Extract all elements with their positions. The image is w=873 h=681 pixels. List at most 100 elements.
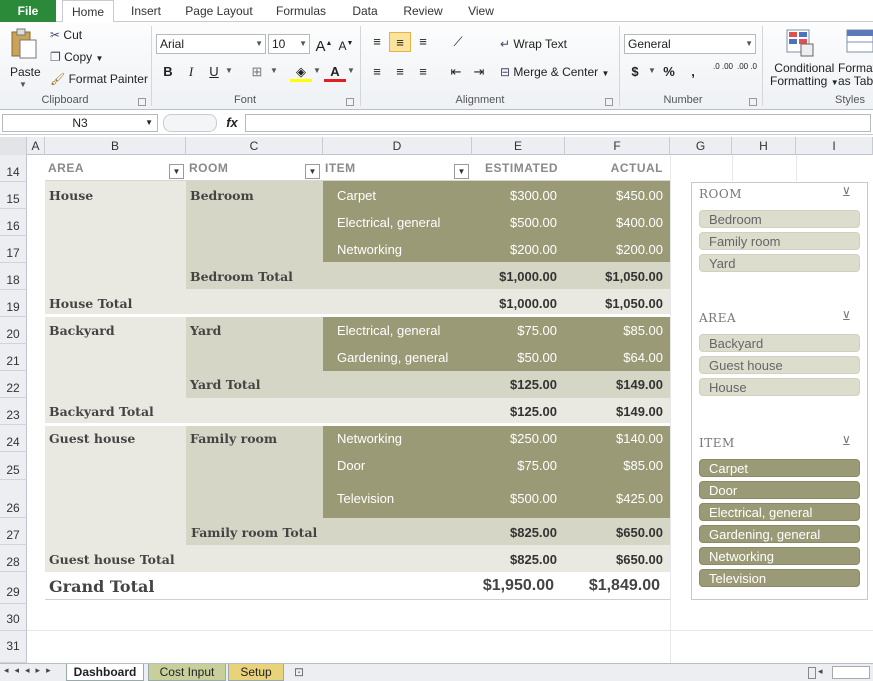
chevron-down-icon[interactable]: ▼ <box>19 80 27 89</box>
slicer-item-carpet[interactable]: Carpet <box>699 459 860 477</box>
column-header[interactable]: C <box>186 137 323 155</box>
column-header[interactable]: F <box>565 137 670 155</box>
row-header[interactable]: 25 <box>0 452 27 480</box>
row-header[interactable]: 30 <box>0 604 27 631</box>
align-middle-icon[interactable]: ≡ <box>389 32 411 52</box>
row-header[interactable]: 24 <box>0 425 27 452</box>
tab-formulas[interactable]: Formulas <box>270 0 332 22</box>
orientation-icon[interactable]: ⟋ <box>447 32 469 52</box>
slicer-item-backyard[interactable]: Backyard <box>699 334 860 352</box>
chevron-down-icon[interactable]: ▼ <box>313 66 321 75</box>
slicer-item-bedroom[interactable]: Bedroom <box>699 210 860 228</box>
format-as-table-icon[interactable] <box>845 28 873 58</box>
chevron-down-icon[interactable]: ▼ <box>225 66 233 75</box>
row-header[interactable]: 22 <box>0 371 27 398</box>
clear-filter-icon[interactable]: ⊻ <box>842 434 851 448</box>
room-filter-button[interactable]: ▼ <box>305 164 320 179</box>
bold-button[interactable]: B <box>157 62 179 82</box>
tab-page-layout[interactable]: Page Layout <box>180 0 258 22</box>
tab-insert[interactable]: Insert <box>122 0 170 22</box>
merge-center-button[interactable]: ⊟ Merge & Center ▼ <box>500 62 609 82</box>
clear-filter-icon[interactable]: ⊻ <box>842 185 851 199</box>
row-header[interactable]: 20 <box>0 317 27 344</box>
name-box[interactable]: N3 ▼ <box>2 114 158 132</box>
decrease-decimal-button[interactable]: .00 .0 <box>736 62 758 82</box>
sheet-nav-arrows-icon[interactable]: ◂◂◂▸▸ <box>4 665 57 676</box>
tab-review[interactable]: Review <box>398 0 448 22</box>
fill-color-icon[interactable]: ◈ <box>290 62 312 82</box>
dialog-launcher-icon[interactable] <box>346 98 354 106</box>
conditional-formatting-icon[interactable] <box>785 28 815 58</box>
shrink-font-icon[interactable]: A▼ <box>335 34 357 54</box>
tab-home[interactable]: Home <box>62 0 114 23</box>
sheet-tab-cost-input[interactable]: Cost Input <box>148 664 226 681</box>
clear-filter-icon[interactable]: ⊻ <box>842 309 851 323</box>
slicer-item-television[interactable]: Television <box>699 569 860 587</box>
decrease-indent-icon[interactable]: ⇤ <box>445 62 467 82</box>
row-header[interactable]: 31 <box>0 631 27 663</box>
file-tab[interactable]: File <box>0 0 56 22</box>
slicer-item-house[interactable]: House <box>699 378 860 396</box>
column-header[interactable]: B <box>45 137 186 155</box>
dialog-launcher-icon[interactable] <box>138 98 146 106</box>
column-header[interactable]: G <box>670 137 732 155</box>
row-header[interactable]: 15 <box>0 182 27 209</box>
underline-button[interactable]: U <box>203 62 225 82</box>
align-left-icon[interactable]: ≡ <box>366 62 388 82</box>
slicer-item-yard[interactable]: Yard <box>699 254 860 272</box>
column-header[interactable]: I <box>796 137 873 155</box>
column-header[interactable]: E <box>472 137 565 155</box>
row-header[interactable]: 28 <box>0 545 27 572</box>
slicer-item-gardening-general[interactable]: Gardening, general <box>699 525 860 543</box>
tab-data[interactable]: Data <box>344 0 386 22</box>
italic-button[interactable]: I <box>180 62 202 82</box>
slicer-item-guest-house[interactable]: Guest house <box>699 356 860 374</box>
split-handle[interactable] <box>808 667 816 679</box>
align-right-icon[interactable]: ≡ <box>412 62 434 82</box>
formula-bar-handle[interactable] <box>163 114 217 132</box>
row-header[interactable]: 16 <box>0 209 27 236</box>
chevron-down-icon[interactable]: ▼ <box>347 66 355 75</box>
area-filter-button[interactable]: ▼ <box>169 164 184 179</box>
wrap-text-button[interactable]: ↵ Wrap Text <box>500 34 567 54</box>
align-center-icon[interactable]: ≡ <box>389 62 411 82</box>
align-top-icon[interactable]: ≡ <box>366 32 388 52</box>
scroll-left-icon[interactable]: ◂ <box>818 666 823 677</box>
row-header[interactable]: 26 <box>0 480 27 518</box>
increase-decimal-button[interactable]: .0 .00 <box>712 62 734 82</box>
paste-button[interactable]: Paste <box>10 62 41 82</box>
comma-button[interactable]: , <box>682 62 704 82</box>
row-header[interactable]: 27 <box>0 518 27 545</box>
select-all-corner[interactable] <box>0 137 27 155</box>
sheet-tab-setup[interactable]: Setup <box>228 664 284 681</box>
item-filter-button[interactable]: ▼ <box>454 164 469 179</box>
slicer-item-door[interactable]: Door <box>699 481 860 499</box>
font-size-combo[interactable]: 10 ▼ <box>268 34 310 54</box>
borders-icon[interactable]: ⊞ <box>246 62 268 82</box>
column-header[interactable]: A <box>27 137 45 155</box>
paste-icon[interactable] <box>8 28 38 60</box>
increase-indent-icon[interactable]: ⇥ <box>468 62 490 82</box>
copy-button[interactable]: ❐ Copy ▼ <box>50 47 103 67</box>
row-header[interactable]: 14 <box>0 155 27 182</box>
chevron-down-icon[interactable]: ▼ <box>648 66 656 75</box>
row-header[interactable]: 29 <box>0 572 27 604</box>
font-color-icon[interactable]: A <box>324 62 346 82</box>
formula-input[interactable] <box>245 114 871 132</box>
chevron-down-icon[interactable]: ▼ <box>270 66 278 75</box>
cut-button[interactable]: ✂ Cut <box>50 25 82 45</box>
dialog-launcher-icon[interactable] <box>749 98 757 106</box>
percent-button[interactable]: % <box>658 62 680 82</box>
number-format-combo[interactable]: General ▼ <box>624 34 756 54</box>
slicer-item-networking[interactable]: Networking <box>699 547 860 565</box>
horizontal-scrollbar[interactable] <box>832 666 870 679</box>
row-header[interactable]: 23 <box>0 398 27 425</box>
column-header[interactable]: H <box>732 137 796 155</box>
slicer-item-electrical-general[interactable]: Electrical, general <box>699 503 860 521</box>
row-header[interactable]: 18 <box>0 263 27 290</box>
row-header[interactable]: 21 <box>0 344 27 371</box>
new-sheet-icon[interactable]: ⊡ <box>288 664 310 681</box>
format-painter-button[interactable]: 🖌 Format Painter <box>50 69 148 89</box>
dialog-launcher-icon[interactable] <box>605 98 613 106</box>
insert-function-button[interactable]: fx <box>222 114 242 132</box>
